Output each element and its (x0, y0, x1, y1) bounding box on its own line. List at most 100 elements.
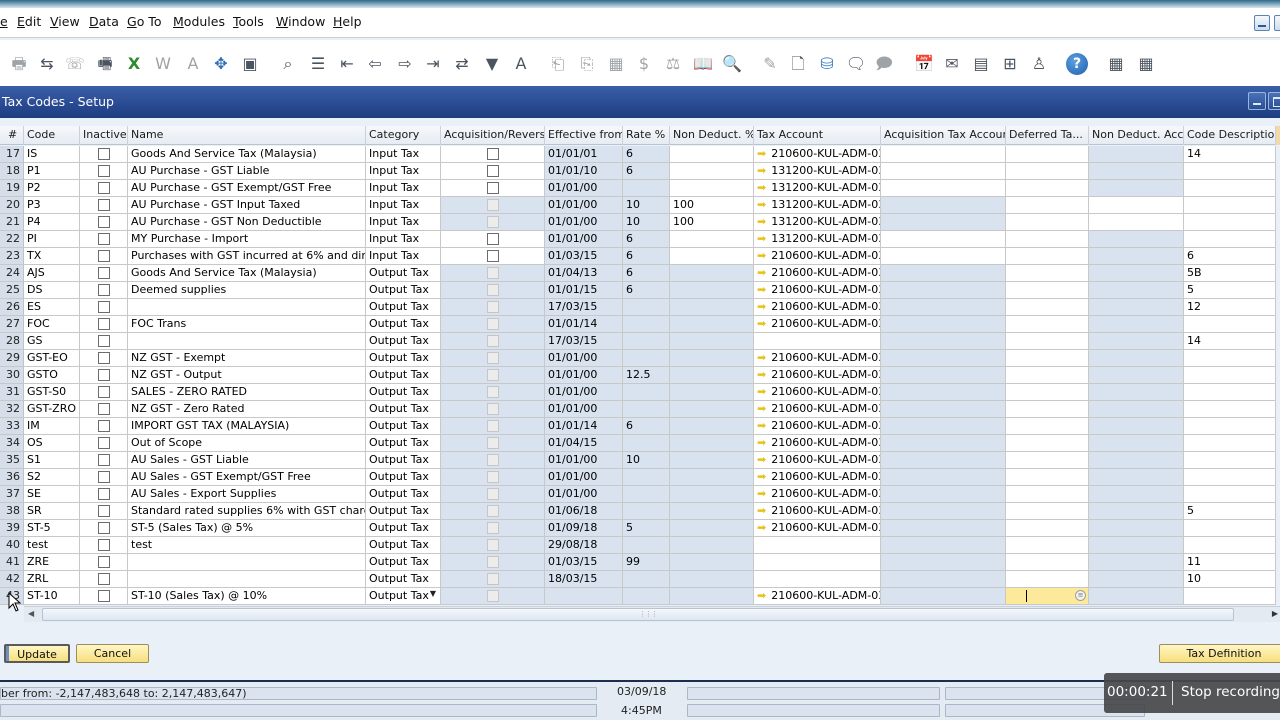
export-word-icon[interactable]: W (152, 53, 174, 75)
journal-book-icon[interactable]: 📖 (692, 53, 714, 75)
menu-window[interactable]: Window (276, 14, 325, 29)
cell-name[interactable]: MY Purchase - Import (128, 231, 366, 248)
cell-deferred-tax[interactable] (1006, 418, 1089, 435)
form-export-icon[interactable]: ▦ (1135, 53, 1157, 75)
header-col-category[interactable]: Category (366, 126, 441, 145)
header-col-acquisition-tax-account[interactable]: Acquisition Tax Account (881, 126, 1006, 145)
inactive-checkbox[interactable] (97, 420, 110, 432)
cell-code[interactable]: P1 (24, 163, 80, 180)
link-arrow-icon[interactable]: ➡ (757, 283, 766, 296)
cell-deferred-tax[interactable] (1006, 282, 1089, 299)
cell-inactive[interactable] (80, 265, 128, 282)
refresh-icon[interactable]: ⇄ (451, 53, 473, 75)
fax-phone-icon[interactable]: ☏ (64, 53, 86, 75)
cell-code-description[interactable] (1184, 469, 1276, 486)
menu-goto[interactable]: Go To (127, 14, 161, 29)
cell-category[interactable]: Output Tax (366, 452, 441, 469)
inactive-checkbox[interactable] (97, 267, 110, 279)
cell-category[interactable]: Output Tax (366, 282, 441, 299)
cell-name[interactable]: AU Sales - Export Supplies (128, 486, 366, 503)
table-row[interactable]: 38 SR Standard rated supplies 6% with GST … (0, 503, 1280, 520)
acquisition-reverse-checkbox[interactable] (486, 250, 499, 262)
app-minimize-button[interactable] (1254, 15, 1270, 31)
cell-name[interactable] (128, 554, 366, 571)
table-row[interactable]: 35 S1 AU Sales - GST Liable Output Tax 01/01… (0, 452, 1280, 469)
cell-tax-account[interactable]: ➡ 210600-KUL-ADM-03 (754, 486, 881, 503)
cell-code[interactable]: IM (24, 418, 80, 435)
cell-code-description[interactable]: 6 (1184, 248, 1276, 265)
inactive-checkbox[interactable] (97, 284, 110, 296)
cell-deferred-tax[interactable] (1006, 469, 1089, 486)
cell-category[interactable]: Output Tax (366, 503, 441, 520)
link-arrow-icon[interactable]: ➡ (757, 521, 766, 534)
table-row[interactable]: 23 TX Purchases with GST incurred at 6% an… (0, 248, 1280, 265)
cell-tax-account[interactable] (754, 571, 881, 588)
cell-code[interactable]: GS (24, 333, 80, 350)
cell-name[interactable]: ST-5 (Sales Tax) @ 5% (128, 520, 366, 537)
inactive-checkbox[interactable] (97, 352, 110, 364)
cell-category[interactable]: Output Tax (366, 571, 441, 588)
cell-inactive[interactable] (80, 231, 128, 248)
link-arrow-icon[interactable]: ➡ (757, 181, 766, 194)
cell-name[interactable] (128, 571, 366, 588)
cell-deferred-tax[interactable] (1006, 401, 1089, 418)
cell-deferred-tax[interactable] (1006, 452, 1089, 469)
cell-name[interactable]: AU Purchase - GST Input Taxed (128, 197, 366, 214)
cell-non-deduct-pct[interactable]: 100 (670, 197, 754, 214)
book-search-icon[interactable]: 🔍 (721, 53, 743, 75)
cell-inactive[interactable] (80, 554, 128, 571)
cell-code-description[interactable]: 12 (1184, 299, 1276, 316)
cell-code-description[interactable] (1184, 163, 1276, 180)
cell-category[interactable]: Output Tax (366, 537, 441, 554)
link-arrow-icon[interactable]: ➡ (757, 164, 766, 177)
cell-inactive[interactable] (80, 435, 128, 452)
inactive-checkbox[interactable] (97, 573, 110, 585)
cell-tax-account[interactable]: ➡ 131200-KUL-ADM-03 (754, 231, 881, 248)
inactive-checkbox[interactable] (97, 437, 110, 449)
menu-file[interactable]: e (0, 14, 8, 29)
cell-category[interactable]: Output Tax (366, 333, 441, 350)
cell-category[interactable]: Output Tax (366, 520, 441, 537)
cell-deferred-tax[interactable] (1006, 571, 1089, 588)
cell-inactive[interactable] (80, 520, 128, 537)
table-row[interactable]: 40 test test Output Tax 29/08/18 (0, 537, 1280, 554)
cell-inactive[interactable] (80, 469, 128, 486)
menu-view[interactable]: View (50, 14, 80, 29)
scroll-right-icon[interactable]: ▶ (1272, 609, 1278, 618)
cell-code-description[interactable] (1184, 350, 1276, 367)
form-minimize-button[interactable] (1248, 92, 1266, 110)
form-restore-button[interactable] (1268, 92, 1280, 110)
cell-category[interactable]: Input Tax (366, 163, 441, 180)
message-send-icon[interactable]: 🗩 (873, 53, 895, 75)
move-arrows-icon[interactable]: ✥ (210, 53, 232, 75)
cell-tax-account[interactable]: ➡ 210600-KUL-ADM-03 (754, 520, 881, 537)
sort-az-icon[interactable]: A (510, 53, 532, 75)
cell-code-description[interactable] (1184, 180, 1276, 197)
cell-code-description[interactable] (1184, 197, 1276, 214)
inactive-checkbox[interactable] (97, 539, 110, 551)
cell-inactive[interactable] (80, 571, 128, 588)
menu-help[interactable]: Help (333, 14, 362, 29)
header-col-code-description[interactable]: Code Description (1184, 126, 1276, 145)
cell-code-description[interactable]: 14 (1184, 333, 1276, 350)
cell-code-description[interactable]: 10 (1184, 571, 1276, 588)
cell-category[interactable]: Input Tax (366, 214, 441, 231)
link-arrow-icon[interactable]: ➡ (757, 385, 766, 398)
cell-code[interactable]: SR (24, 503, 80, 520)
cell-tax-account[interactable]: ➡ 210600-KUL-ADM-03 (754, 384, 881, 401)
header-col-acquisition-reverse[interactable]: Acquisition/Reverse (441, 126, 545, 145)
table-row[interactable]: 19 P2 AU Purchase - GST Exempt/GST Free Inp… (0, 180, 1280, 197)
cell-code-description[interactable] (1184, 401, 1276, 418)
first-record-icon[interactable]: ⇤ (336, 53, 358, 75)
table-row[interactable]: 26 ES Output Tax 17/03/15 ➡ 210600-KUL-ADM-03… (0, 299, 1280, 316)
cell-code[interactable]: PI (24, 231, 80, 248)
add-document-icon[interactable]: ☰ (307, 53, 329, 75)
cell-code[interactable]: S2 (24, 469, 80, 486)
cell-inactive[interactable] (80, 180, 128, 197)
scrollbar-thumb[interactable]: ⋮⋮⋮ (42, 608, 1234, 621)
cell-code[interactable]: ST-10 (24, 588, 80, 605)
link-arrow-icon[interactable]: ➡ (757, 300, 766, 313)
inactive-checkbox[interactable] (97, 216, 110, 228)
cell-code-description[interactable] (1184, 367, 1276, 384)
cell-tax-account[interactable]: ➡ 210600-KUL-ADM-03 (754, 588, 881, 605)
